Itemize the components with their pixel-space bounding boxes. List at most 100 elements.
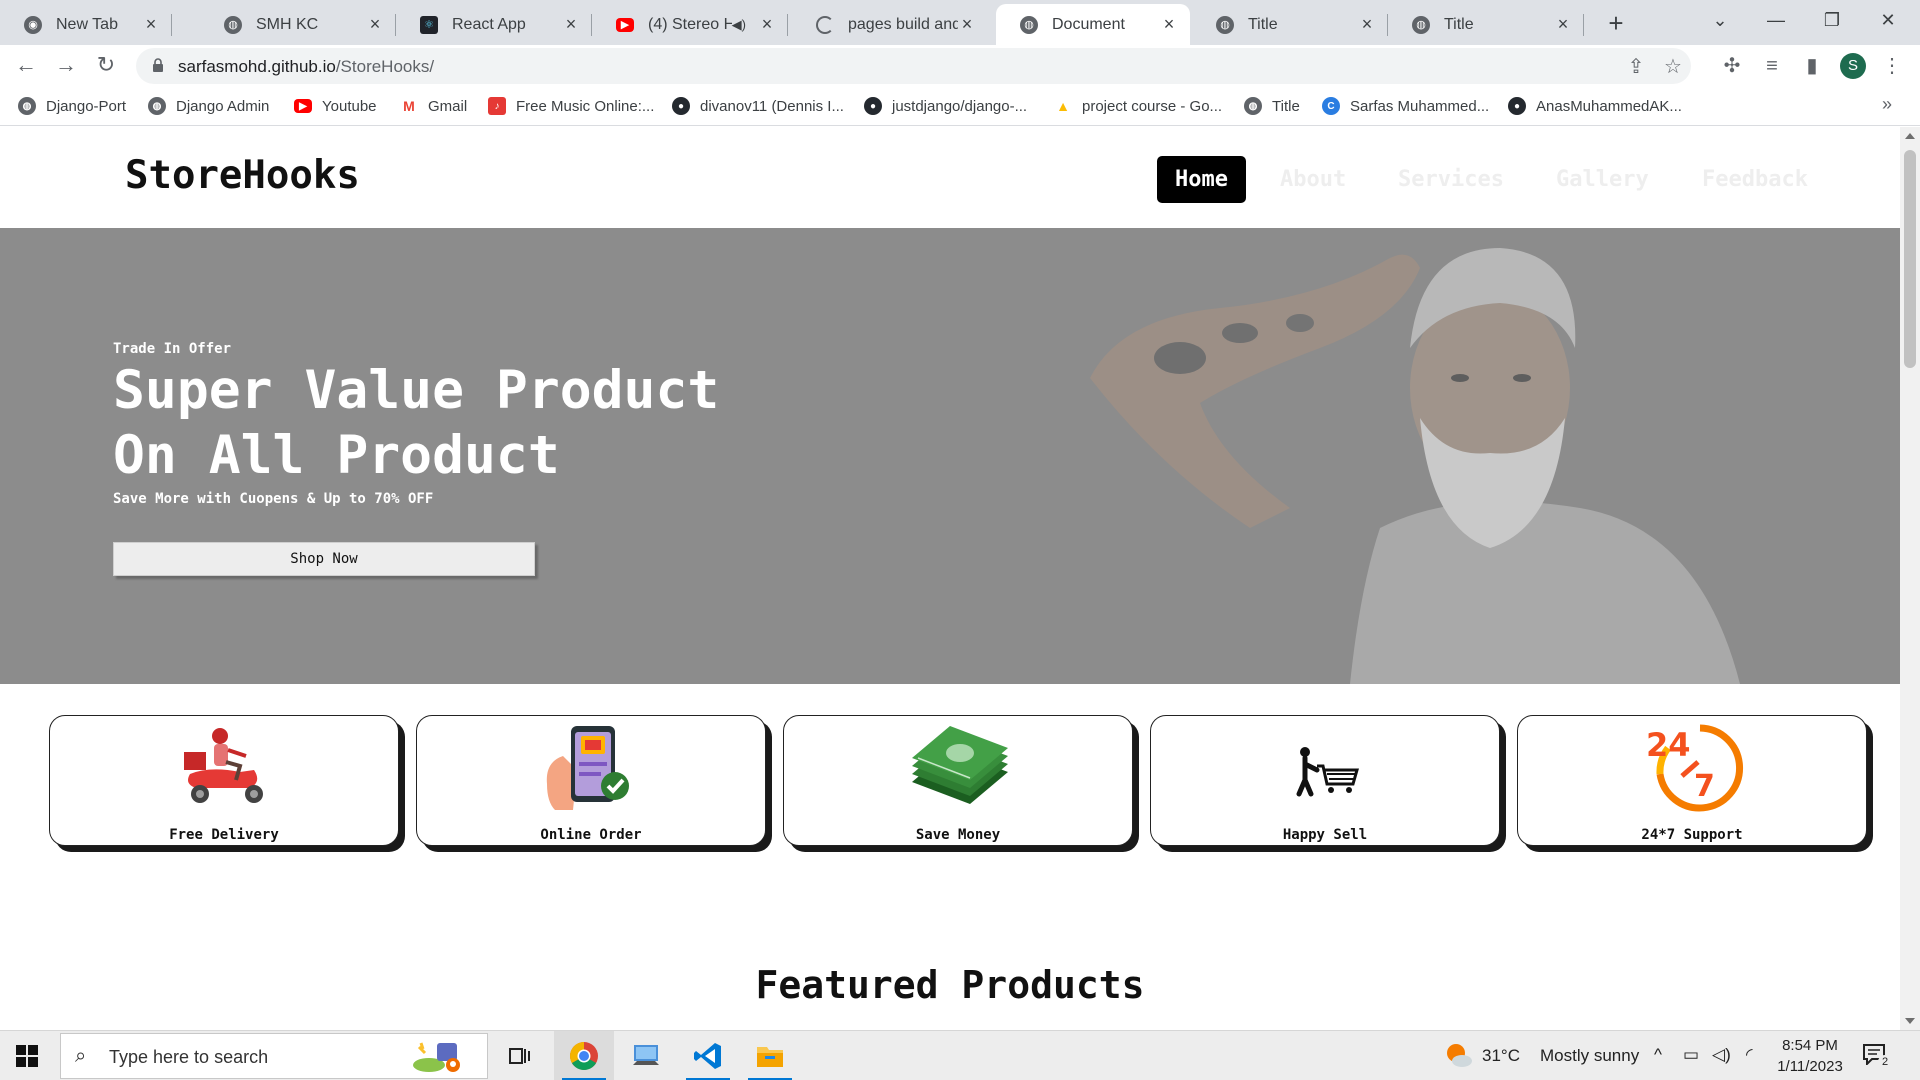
tab-title: New Tab — [56, 15, 118, 33]
forward-button[interactable]: → — [50, 49, 82, 81]
nav-link-gallery[interactable]: Gallery — [1538, 156, 1667, 203]
tab-title-1[interactable]: ◍ Title × — [1192, 4, 1388, 45]
bookmark-project-course[interactable]: ▲ project course - Go... — [1054, 95, 1222, 117]
computer-taskbar-icon[interactable] — [616, 1031, 676, 1080]
nav-link-about[interactable]: About — [1262, 156, 1364, 203]
tab-separator — [787, 14, 788, 36]
github-icon: ● — [864, 97, 882, 115]
taskbar-search-box[interactable]: ⌕ Type here to search — [60, 1033, 488, 1079]
reload-button[interactable]: ↻ — [90, 49, 122, 81]
tab-react-app[interactable]: ⚛ React App × — [396, 4, 592, 45]
tab-new-tab[interactable]: ◉ New Tab × — [0, 4, 172, 45]
tab-smh-kc[interactable]: ◍ SMH KC × — [200, 4, 396, 45]
tab-separator — [1583, 14, 1584, 36]
bookmark-gmail[interactable]: M Gmail — [400, 95, 467, 117]
extensions-puzzle-icon[interactable]: ✣ — [1720, 54, 1744, 78]
hero-headline-line1: Super Value Product — [113, 360, 720, 421]
page-scrollbar[interactable] — [1900, 127, 1920, 1030]
shop-now-button[interactable]: Shop Now — [113, 542, 535, 576]
file-explorer-taskbar-icon[interactable] — [740, 1031, 800, 1080]
chrome-taskbar-icon[interactable] — [554, 1031, 614, 1080]
notification-count-badge: 2 — [1878, 1055, 1892, 1069]
bookmark-title[interactable]: ◍ Title — [1244, 95, 1300, 117]
bookmark-star-icon[interactable]: ☆ — [1662, 56, 1684, 78]
globe-icon: ◍ — [18, 97, 36, 115]
tab-youtube[interactable]: ▶ (4) Stereo He ◀) × — [592, 4, 788, 45]
close-tab-icon[interactable]: × — [1554, 14, 1572, 35]
nav-link-services[interactable]: Services — [1380, 156, 1522, 203]
speaker-icon[interactable]: ◀) — [732, 17, 746, 33]
media-queue-icon[interactable]: ≡ — [1760, 54, 1784, 78]
canva-icon: C — [1322, 97, 1340, 115]
side-panel-icon[interactable]: ▮ — [1800, 54, 1824, 78]
bookmark-label: Youtube — [322, 97, 377, 115]
cash-stack-icon — [912, 726, 1008, 804]
tab-title: Document — [1052, 15, 1125, 33]
network-wifi-icon[interactable]: ◜ — [1746, 1045, 1753, 1065]
bookmark-django-admin[interactable]: ◍ Django Admin — [148, 95, 269, 117]
hero-subtext: Save More with Cuopens & Up to 70% OFF — [113, 491, 434, 507]
close-tab-icon[interactable]: × — [958, 14, 976, 35]
pc-icon — [633, 1045, 659, 1065]
scroll-up-arrow-icon[interactable] — [1905, 133, 1915, 139]
address-bar[interactable]: sarfasmohd.github.io/StoreHooks/ ⇪ ☆ — [136, 48, 1691, 84]
bookmark-label: Sarfas Muhammed... — [1350, 97, 1490, 115]
share-icon[interactable]: ⇪ — [1625, 56, 1647, 78]
site-logo[interactable]: StoreHooks — [125, 153, 360, 198]
close-tab-icon[interactable]: × — [562, 14, 580, 35]
profile-avatar[interactable]: S — [1840, 53, 1866, 79]
back-button[interactable]: ← — [10, 49, 42, 81]
bookmarks-bar: ◍ Django-Port ◍ Django Admin ▶ Youtube M… — [0, 85, 1920, 126]
minimize-window-button[interactable]: — — [1748, 0, 1804, 40]
nav-link-home[interactable]: Home — [1157, 156, 1246, 203]
tab-document[interactable]: ◍ Document × — [996, 4, 1190, 45]
bookmark-label: divanov11 (Dennis I... — [700, 97, 844, 115]
weather-condition[interactable]: Mostly sunny — [1540, 1046, 1639, 1066]
task-view-icon[interactable] — [490, 1031, 550, 1080]
bookmark-youtube[interactable]: ▶ Youtube — [294, 95, 377, 117]
globe-icon: ◍ — [1244, 97, 1262, 115]
search-highlight-icon — [413, 1042, 460, 1072]
youtube-icon: ▶ — [616, 17, 634, 32]
scroll-down-arrow-icon[interactable] — [1905, 1018, 1915, 1024]
close-tab-icon[interactable]: × — [1358, 14, 1376, 35]
bookmark-justdjango[interactable]: ● justdjango/django-... — [864, 95, 1027, 117]
close-tab-icon[interactable]: × — [142, 14, 160, 35]
nav-link-feedback[interactable]: Feedback — [1684, 156, 1826, 203]
bookmark-free-music[interactable]: ♪ Free Music Online:... — [488, 95, 654, 117]
vscode-logo-icon — [694, 1043, 721, 1069]
feature-card-online-order: Online Order — [416, 715, 766, 846]
feature-label: Happy Sell — [1282, 827, 1368, 843]
close-tab-icon[interactable]: × — [366, 14, 384, 35]
url-host: sarfasmohd.github.io — [178, 57, 336, 76]
chrome-logo-icon — [570, 1042, 598, 1070]
bookmark-divanov11[interactable]: ● divanov11 (Dennis I... — [672, 95, 844, 117]
notifications-button[interactable]: 2 — [1862, 1043, 1892, 1069]
windows-taskbar: ⌕ Type here to search 31°C Mostly sunny … — [0, 1030, 1920, 1080]
volume-icon[interactable]: ◁) — [1712, 1045, 1731, 1065]
bookmark-anasmuhammed[interactable]: ● AnasMuhammedAK... — [1508, 95, 1682, 117]
weather-temperature[interactable]: 31°C — [1482, 1046, 1520, 1066]
close-tab-icon[interactable]: × — [1160, 14, 1178, 35]
close-window-button[interactable]: ✕ — [1860, 0, 1916, 40]
bookmark-label: Free Music Online:... — [516, 97, 655, 115]
vscode-taskbar-icon[interactable] — [678, 1031, 738, 1080]
tab-pages-build[interactable]: pages build and d × — [792, 4, 988, 45]
folder-icon — [757, 1047, 783, 1067]
scrollbar-thumb[interactable] — [1904, 150, 1916, 368]
menu-kebab-icon[interactable]: ⋮ — [1880, 54, 1904, 78]
show-hidden-icons-chevron-icon[interactable]: ^ — [1654, 1045, 1662, 1065]
bookmark-label: Gmail — [428, 97, 468, 115]
restore-window-button[interactable]: ❐ — [1804, 0, 1860, 40]
system-clock[interactable]: 8:54 PM 1/11/2023 — [1775, 1035, 1845, 1077]
close-tab-icon[interactable]: × — [758, 14, 776, 35]
bookmark-django-port[interactable]: ◍ Django-Port — [18, 95, 126, 117]
battery-icon[interactable]: ▭ — [1683, 1045, 1699, 1065]
windows-start-icon[interactable] — [16, 1045, 38, 1067]
bookmark-sarfas[interactable]: C Sarfas Muhammed... — [1322, 95, 1489, 117]
bookmarks-overflow-chevron[interactable]: » — [1882, 94, 1892, 115]
new-tab-button[interactable]: + — [1599, 6, 1633, 40]
tab-title-2[interactable]: ◍ Title × — [1388, 4, 1584, 45]
tab-search-chevron-icon[interactable]: ⌄ — [1692, 0, 1748, 40]
globe-icon: ◍ — [1216, 15, 1234, 34]
